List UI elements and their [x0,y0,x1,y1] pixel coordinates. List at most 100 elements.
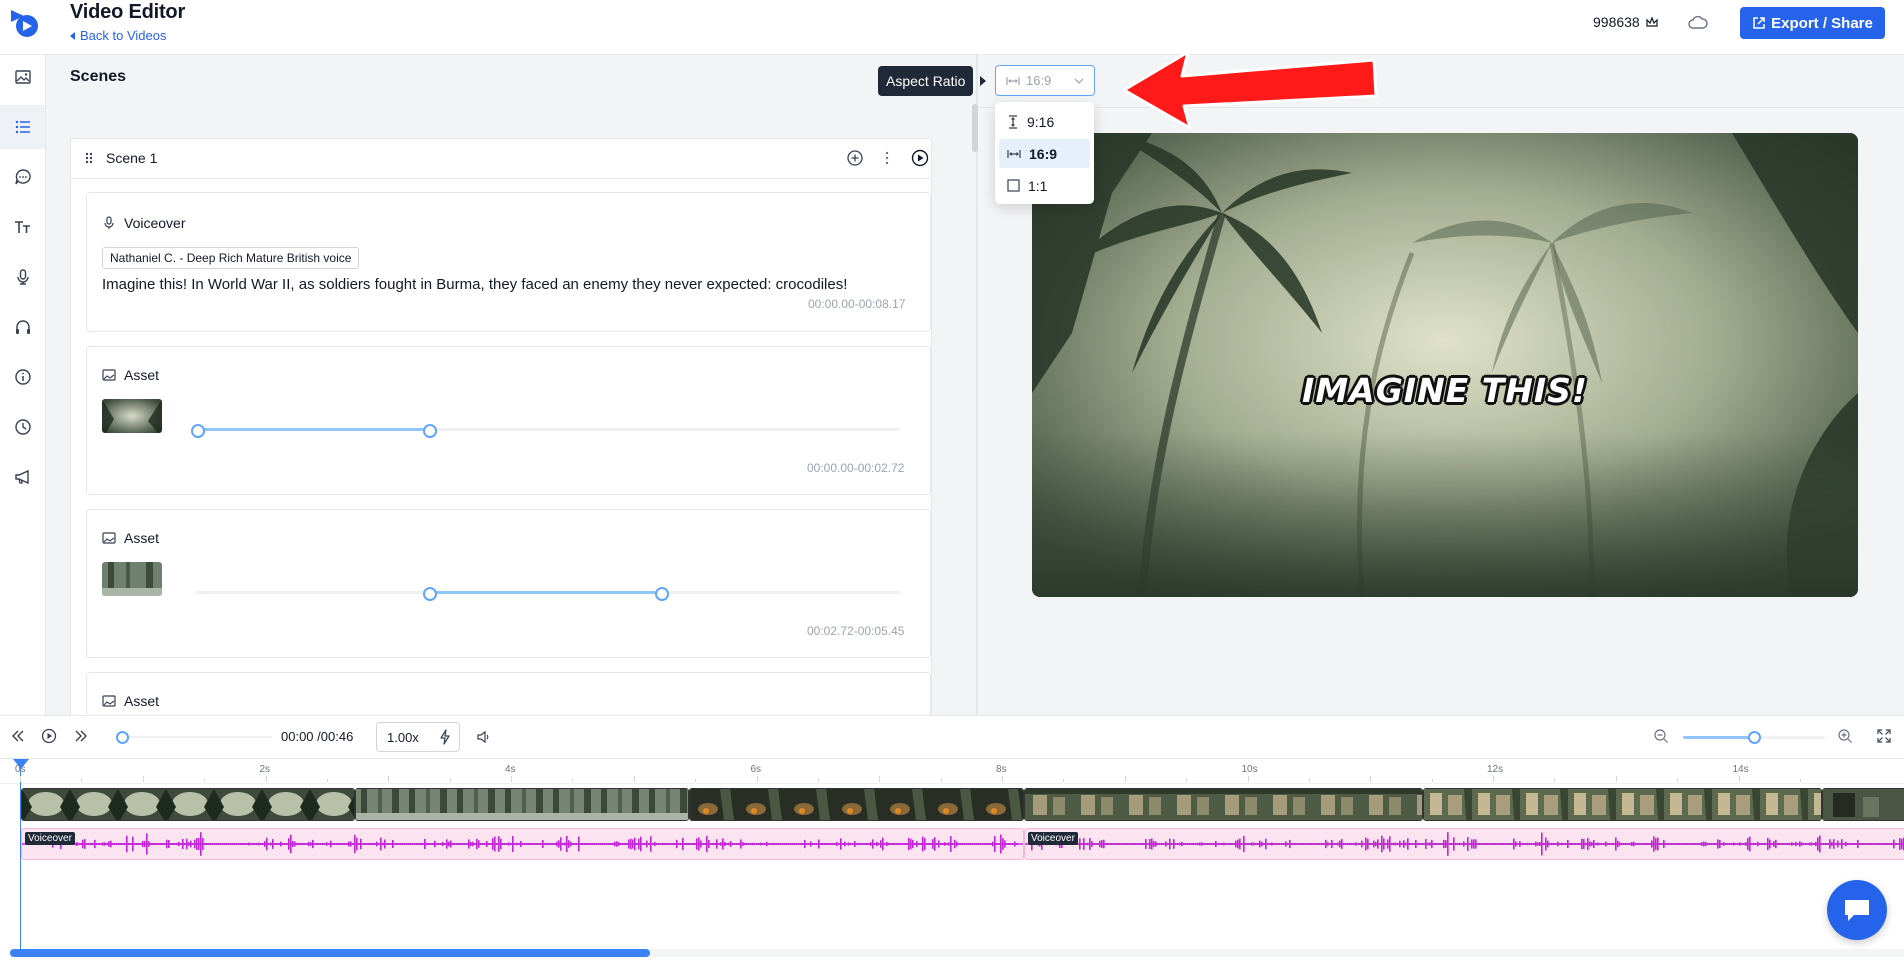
aspect-option-1-1[interactable]: 1:1 [999,171,1090,200]
volume-icon[interactable] [476,729,492,745]
voiceover-track[interactable] [21,828,1024,860]
voiceover-label: Voiceover [102,215,185,231]
asset-block[interactable] [86,509,931,658]
video-clip[interactable] [355,788,689,821]
nav-media[interactable] [0,55,45,99]
timeline-tick-label: 8s [996,764,1007,775]
play-icon[interactable] [41,728,57,744]
video-clip[interactable] [1822,788,1904,821]
scene-header [70,138,930,179]
fullscreen-icon[interactable] [1877,729,1891,743]
info-icon [14,368,32,386]
asset-time-range [428,591,660,594]
timeline-tick-label: 2s [259,764,271,775]
slider-end-handle[interactable] [423,424,437,438]
slider-end-handle[interactable] [655,587,669,601]
video-clip[interactable] [21,788,355,821]
voiceover-label-text: Voiceover [124,215,186,231]
image-icon [102,694,116,708]
timeline-tick [1554,779,1556,782]
aspect-option-9-16[interactable]: 9:16 [999,107,1090,136]
nav-promote[interactable] [0,455,45,499]
timeline-tick [1308,779,1310,782]
cloud-save-icon[interactable] [1688,13,1708,33]
timeline-tick [756,776,758,782]
nav-text[interactable] [0,205,45,249]
asset-thumbnail[interactable] [102,399,162,433]
nav-audio[interactable] [0,305,45,349]
aspect-ratio-value: 16:9 [1026,73,1052,88]
app-logo-icon[interactable] [8,6,40,40]
asset-label: Asset [102,367,159,383]
nav-captions[interactable] [0,155,45,199]
asset-label-text: Asset [124,693,160,709]
scenes-heading: Scenes [70,68,127,85]
text-icon [14,218,32,236]
more-options-icon[interactable] [884,149,890,167]
asset-timecode: 00:02.72-00:05.45 [807,624,905,638]
image-icon [14,68,32,86]
back-to-videos-link[interactable]: Back to Videos [70,28,166,43]
asset-label: Asset [102,693,159,709]
aspect-option-label: 9:16 [1027,113,1055,130]
voiceover-script-text[interactable]: Imagine this! In World War II, as soldie… [102,276,847,293]
list-icon [14,118,32,136]
export-share-button[interactable]: Export / Share [1740,7,1885,39]
zoom-slider-handle[interactable] [1748,731,1761,744]
microphone-icon [14,268,32,286]
nav-history[interactable] [0,405,45,449]
fast-forward-icon[interactable] [74,729,88,743]
microphone-icon [102,216,116,230]
asset-block[interactable] [86,672,931,716]
timeline-tick [695,779,697,782]
voiceover-track[interactable] [1024,828,1904,860]
timeline-tick [20,776,21,782]
drag-handle-icon[interactable] [84,151,94,165]
playback-scrubber[interactable] [120,736,272,738]
timeline-tick [817,779,819,782]
video-clip[interactable] [1024,788,1423,821]
tooltip-pointer [980,76,986,86]
nav-scenes[interactable] [0,105,45,149]
aspect-ratio-select[interactable]: 16:9 [995,65,1095,96]
timeline-scrollbar-thumb[interactable] [10,949,650,957]
aspect-option-label: 1:1 [1028,177,1048,194]
asset-block[interactable] [86,346,931,495]
scrubber-handle[interactable] [116,731,129,744]
video-preview[interactable] [1032,133,1858,597]
zoom-in-icon[interactable] [1837,728,1853,744]
nav-info[interactable] [0,355,45,399]
aspect-option-16-9[interactable]: 16:9 [999,139,1090,168]
voiceover-track-label: Voiceover [1028,832,1078,845]
aspect-option-label: 16:9 [1029,145,1058,162]
timeline-tick [265,776,267,782]
nav-voiceover[interactable] [0,255,45,299]
timeline-ruler[interactable] [0,758,1904,784]
asset-time-range [196,428,428,431]
asset-thumbnail[interactable] [102,562,162,596]
rewind-icon[interactable] [11,729,25,743]
time-display: 00:00 /00:46 [281,729,353,744]
play-scene-icon[interactable] [911,149,929,167]
video-clip[interactable] [689,788,1024,821]
zoom-slider-fill [1683,736,1753,739]
timeline-tick [1677,779,1679,782]
timeline-tick [1431,779,1433,782]
timeline-tick-label: 4s [505,764,516,775]
asset-label: Asset [102,530,159,546]
slider-start-handle[interactable] [423,587,437,601]
voice-selector-chip[interactable]: Nathaniel C. - Deep Rich Mature British … [102,247,360,269]
left-sidebar [0,55,46,715]
slider-start-handle[interactable] [191,424,205,438]
square-ratio-icon [1007,179,1020,192]
playhead[interactable] [20,760,21,950]
timeline-tick [940,779,942,782]
timeline-tick-label: 10s [1241,764,1258,775]
video-clip[interactable] [1423,788,1822,821]
zoom-out-icon[interactable] [1653,728,1669,744]
support-chat-button[interactable] [1827,880,1887,940]
crown-icon [1645,15,1659,29]
credits-counter: 998638 [1593,14,1659,30]
playback-speed-control[interactable]: 1.00x [376,722,460,752]
add-scene-icon[interactable] [846,149,864,167]
